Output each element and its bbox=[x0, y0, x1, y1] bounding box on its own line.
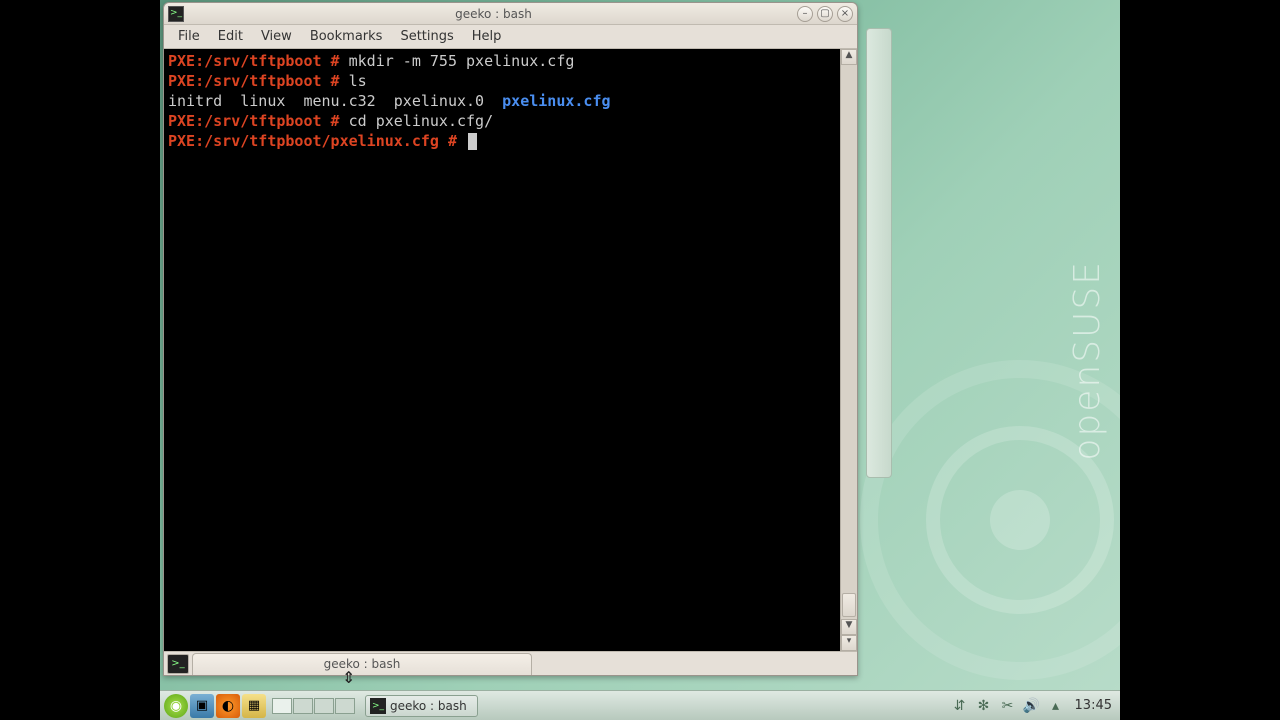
taskbar: ◉ ▣ ◐ ▦ >_ geeko : bash ⇵ ✻ ✂ 🔊 ▴ 13:45 bbox=[160, 690, 1120, 720]
menu-help[interactable]: Help bbox=[464, 27, 510, 46]
terminal-icon: >_ bbox=[370, 698, 386, 714]
menubar: File Edit View Bookmarks Settings Help bbox=[164, 25, 857, 49]
minimize-button[interactable]: – bbox=[797, 6, 813, 22]
scroll-track[interactable] bbox=[841, 65, 857, 619]
pager-desktop-2[interactable] bbox=[293, 698, 313, 714]
tray-volume-icon[interactable]: 🔊 bbox=[1023, 697, 1041, 715]
taskbar-entry-terminal[interactable]: >_ geeko : bash bbox=[365, 695, 478, 717]
tabbar: >_ geeko : bash bbox=[164, 651, 857, 675]
tray-expand-icon[interactable]: ▴ bbox=[1047, 697, 1065, 715]
terminal-viewport[interactable]: PXE:/srv/tftpboot # mkdir -m 755 pxelinu… bbox=[164, 49, 840, 651]
scroll-down-button[interactable]: ▼ bbox=[841, 619, 857, 635]
file-manager-launcher[interactable]: ▦ bbox=[242, 694, 266, 718]
taskbar-clock[interactable]: 13:45 bbox=[1071, 698, 1116, 713]
desktop-pager[interactable] bbox=[272, 698, 355, 714]
show-desktop-button[interactable]: ▣ bbox=[190, 694, 214, 718]
tray-usb-icon[interactable]: ⇵ bbox=[951, 697, 969, 715]
pager-desktop-4[interactable] bbox=[335, 698, 355, 714]
terminal-icon: >_ bbox=[168, 6, 184, 22]
menu-bookmarks[interactable]: Bookmarks bbox=[302, 27, 391, 46]
desktop: openSUSE >_ geeko : bash – ▢ × File Edit… bbox=[160, 0, 1120, 720]
start-menu-button[interactable]: ◉ bbox=[164, 694, 188, 718]
tray-clipboard-icon[interactable]: ✂ bbox=[999, 697, 1017, 715]
scroll-thumb[interactable] bbox=[842, 593, 856, 617]
distro-brand: openSUSE bbox=[1067, 260, 1108, 461]
resize-cursor-icon: ⇕ bbox=[342, 668, 355, 687]
taskbar-entry-label: geeko : bash bbox=[390, 699, 467, 713]
pager-desktop-3[interactable] bbox=[314, 698, 334, 714]
close-button[interactable]: × bbox=[837, 6, 853, 22]
menu-view[interactable]: View bbox=[253, 27, 300, 46]
scroll-up-button[interactable]: ▲ bbox=[841, 49, 857, 65]
menu-edit[interactable]: Edit bbox=[210, 27, 251, 46]
window-titlebar[interactable]: >_ geeko : bash – ▢ × bbox=[164, 3, 857, 25]
window-title: geeko : bash bbox=[190, 7, 797, 21]
plasma-panel-handle[interactable] bbox=[866, 28, 892, 478]
menu-settings[interactable]: Settings bbox=[392, 27, 461, 46]
firefox-launcher[interactable]: ◐ bbox=[216, 694, 240, 718]
tray-updater-icon[interactable]: ✻ bbox=[975, 697, 993, 715]
maximize-button[interactable]: ▢ bbox=[817, 6, 833, 22]
terminal-window: >_ geeko : bash – ▢ × File Edit View Boo… bbox=[163, 2, 858, 676]
scrollbar[interactable]: ▲ ▼ ▾ bbox=[840, 49, 857, 651]
scroll-down2-button[interactable]: ▾ bbox=[841, 635, 857, 651]
new-tab-button[interactable]: >_ bbox=[167, 654, 189, 674]
tab-session[interactable]: geeko : bash bbox=[192, 653, 532, 675]
pager-desktop-1[interactable] bbox=[272, 698, 292, 714]
menu-file[interactable]: File bbox=[170, 27, 208, 46]
